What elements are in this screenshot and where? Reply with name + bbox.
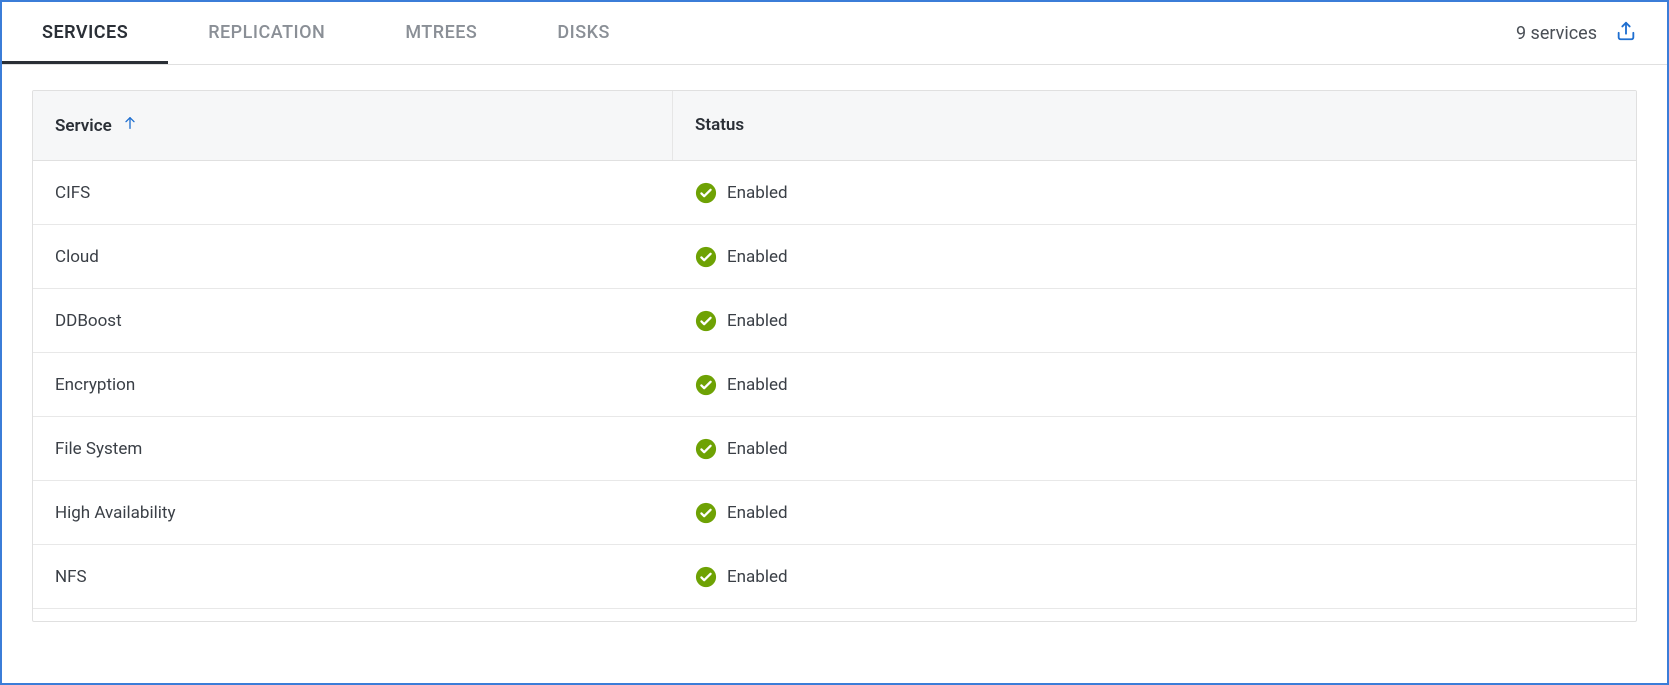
table-row[interactable]: High Availability Enabled — [33, 481, 1636, 545]
table-header: Service Status — [33, 91, 1636, 161]
table-body[interactable]: CIFSEnabledCloudEnabledDDBoostEnabledEnc… — [33, 161, 1636, 621]
column-header-status[interactable]: Status — [673, 91, 1636, 160]
status-text: Enabled — [727, 375, 788, 395]
header-right: 9 services — [1516, 20, 1637, 46]
status-text: Enabled — [727, 439, 788, 459]
table-row[interactable]: File System Enabled — [33, 417, 1636, 481]
cell-status: Enabled — [673, 310, 1636, 332]
cell-service: High Availability — [33, 503, 673, 523]
column-header-service[interactable]: Service — [33, 91, 673, 160]
table-row[interactable]: NFS Enabled — [33, 545, 1636, 609]
cell-service: File System — [33, 439, 673, 459]
export-icon[interactable] — [1615, 20, 1637, 46]
status-text: Enabled — [727, 247, 788, 267]
cell-service: DDBoost — [33, 311, 673, 331]
tab-disks[interactable]: DISKS — [517, 2, 650, 64]
services-count: 9 services — [1516, 23, 1597, 44]
cell-status: Enabled — [673, 246, 1636, 268]
check-circle-icon — [695, 374, 717, 396]
table-row[interactable]: DDBoost Enabled — [33, 289, 1636, 353]
check-circle-icon — [695, 566, 717, 588]
services-table: Service Status CIFSEnabledCloudEnabledDD… — [32, 90, 1637, 622]
status-text: Enabled — [727, 311, 788, 331]
column-header-status-label: Status — [695, 115, 744, 135]
check-circle-icon — [695, 182, 717, 204]
arrow-up-icon — [122, 115, 138, 136]
cell-service: Cloud — [33, 247, 673, 267]
content: Service Status CIFSEnabledCloudEnabledDD… — [2, 65, 1667, 622]
check-circle-icon — [695, 246, 717, 268]
check-circle-icon — [695, 438, 717, 460]
column-header-service-label: Service — [55, 116, 112, 136]
tab-replication[interactable]: REPLICATION — [168, 2, 365, 64]
cell-status: Enabled — [673, 438, 1636, 460]
header-bar: SERVICESREPLICATIONMTREESDISKS 9 service… — [2, 2, 1667, 65]
cell-status: Enabled — [673, 566, 1636, 588]
tabs: SERVICESREPLICATIONMTREESDISKS — [2, 2, 650, 64]
cell-service: NFS — [33, 567, 673, 587]
cell-status: Enabled — [673, 182, 1636, 204]
table-row[interactable]: Encryption Enabled — [33, 353, 1636, 417]
tab-services[interactable]: SERVICES — [2, 2, 168, 64]
check-circle-icon — [695, 502, 717, 524]
table-row[interactable]: Cloud Enabled — [33, 225, 1636, 289]
status-text: Enabled — [727, 503, 788, 523]
table-row[interactable]: CIFS Enabled — [33, 161, 1636, 225]
cell-status: Enabled — [673, 374, 1636, 396]
check-circle-icon — [695, 310, 717, 332]
status-text: Enabled — [727, 567, 788, 587]
status-text: Enabled — [727, 183, 788, 203]
cell-service: CIFS — [33, 183, 673, 203]
cell-status: Enabled — [673, 502, 1636, 524]
cell-service: Encryption — [33, 375, 673, 395]
tab-mtrees[interactable]: MTREES — [365, 2, 517, 64]
